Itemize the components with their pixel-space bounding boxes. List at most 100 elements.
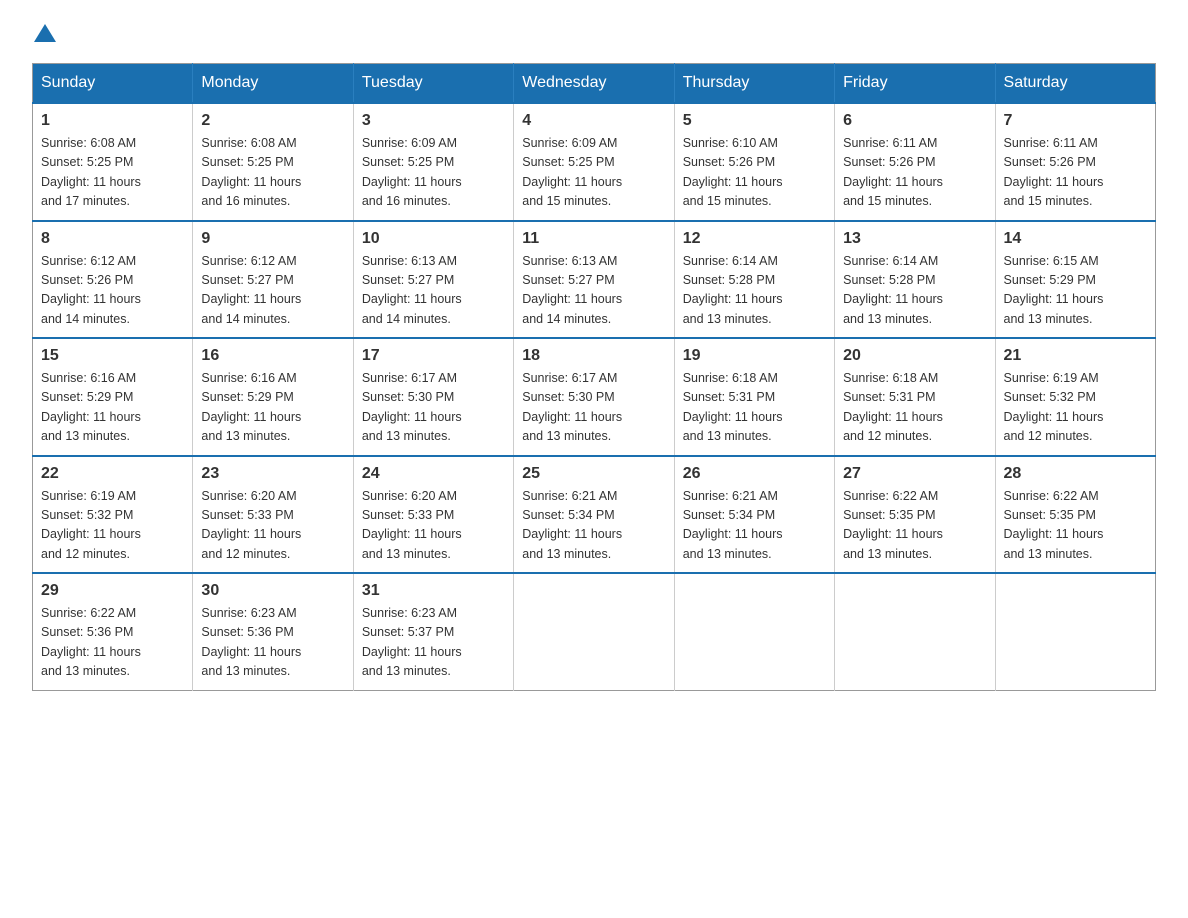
day-info: Sunrise: 6:16 AMSunset: 5:29 PMDaylight:… (201, 371, 301, 443)
day-info: Sunrise: 6:09 AMSunset: 5:25 PMDaylight:… (362, 136, 462, 208)
calendar-cell: 20 Sunrise: 6:18 AMSunset: 5:31 PMDayligh… (835, 338, 995, 456)
day-info: Sunrise: 6:12 AMSunset: 5:26 PMDaylight:… (41, 254, 141, 326)
calendar-cell: 26 Sunrise: 6:21 AMSunset: 5:34 PMDayligh… (674, 456, 834, 574)
calendar-cell: 25 Sunrise: 6:21 AMSunset: 5:34 PMDayligh… (514, 456, 674, 574)
day-info: Sunrise: 6:18 AMSunset: 5:31 PMDaylight:… (843, 371, 943, 443)
day-info: Sunrise: 6:17 AMSunset: 5:30 PMDaylight:… (362, 371, 462, 443)
day-number: 14 (1004, 230, 1147, 248)
day-info: Sunrise: 6:09 AMSunset: 5:25 PMDaylight:… (522, 136, 622, 208)
week-row-1: 1 Sunrise: 6:08 AMSunset: 5:25 PMDaylight… (33, 103, 1156, 221)
week-row-4: 22Sunrise: 6:19 AMSunset: 5:32 PMDayligh… (33, 456, 1156, 574)
calendar-cell (674, 573, 834, 690)
calendar-body: 1 Sunrise: 6:08 AMSunset: 5:25 PMDaylight… (33, 103, 1156, 690)
calendar-cell: 6Sunrise: 6:11 AMSunset: 5:26 PMDaylight… (835, 103, 995, 221)
calendar-cell: 11 Sunrise: 6:13 AMSunset: 5:27 PMDayligh… (514, 221, 674, 339)
day-number: 15 (41, 347, 184, 365)
calendar-cell (835, 573, 995, 690)
calendar-cell: 29 Sunrise: 6:22 AMSunset: 5:36 PMDayligh… (33, 573, 193, 690)
day-info: Sunrise: 6:13 AMSunset: 5:27 PMDaylight:… (522, 254, 622, 326)
day-number: 19 (683, 347, 826, 365)
week-row-5: 29 Sunrise: 6:22 AMSunset: 5:36 PMDayligh… (33, 573, 1156, 690)
header-friday: Friday (835, 64, 995, 104)
calendar-cell: 21 Sunrise: 6:19 AMSunset: 5:32 PMDayligh… (995, 338, 1155, 456)
calendar-cell: 9Sunrise: 6:12 AMSunset: 5:27 PMDaylight… (193, 221, 353, 339)
day-info: Sunrise: 6:22 AMSunset: 5:36 PMDaylight:… (41, 606, 141, 678)
day-number: 18 (522, 347, 665, 365)
day-number: 10 (362, 230, 505, 248)
day-number: 17 (362, 347, 505, 365)
logo-triangle-icon (34, 24, 56, 42)
day-number: 20 (843, 347, 986, 365)
week-row-3: 15 Sunrise: 6:16 AMSunset: 5:29 PMDayligh… (33, 338, 1156, 456)
day-info: Sunrise: 6:17 AMSunset: 5:30 PMDaylight:… (522, 371, 622, 443)
day-number: 13 (843, 230, 986, 248)
day-info: Sunrise: 6:14 AMSunset: 5:28 PMDaylight:… (843, 254, 943, 326)
day-number: 11 (522, 230, 665, 248)
calendar-cell: 30Sunrise: 6:23 AMSunset: 5:36 PMDayligh… (193, 573, 353, 690)
day-number: 8 (41, 230, 184, 248)
day-info: Sunrise: 6:14 AMSunset: 5:28 PMDaylight:… (683, 254, 783, 326)
calendar-cell: 16 Sunrise: 6:16 AMSunset: 5:29 PMDayligh… (193, 338, 353, 456)
day-number: 4 (522, 112, 665, 130)
calendar-cell: 7 Sunrise: 6:11 AMSunset: 5:26 PMDaylight… (995, 103, 1155, 221)
calendar-cell: 24 Sunrise: 6:20 AMSunset: 5:33 PMDayligh… (353, 456, 513, 574)
page-header (32, 24, 1156, 47)
day-number: 22 (41, 465, 184, 483)
header-thursday: Thursday (674, 64, 834, 104)
calendar-cell: 28 Sunrise: 6:22 AMSunset: 5:35 PMDayligh… (995, 456, 1155, 574)
day-number: 31 (362, 582, 505, 600)
header-monday: Monday (193, 64, 353, 104)
day-number: 12 (683, 230, 826, 248)
day-info: Sunrise: 6:11 AMSunset: 5:26 PMDaylight:… (843, 136, 943, 208)
calendar-cell: 27Sunrise: 6:22 AMSunset: 5:35 PMDayligh… (835, 456, 995, 574)
header-tuesday: Tuesday (353, 64, 513, 104)
calendar-table: SundayMondayTuesdayWednesdayThursdayFrid… (32, 63, 1156, 691)
calendar-cell: 17 Sunrise: 6:17 AMSunset: 5:30 PMDayligh… (353, 338, 513, 456)
day-number: 21 (1004, 347, 1147, 365)
calendar-cell: 18 Sunrise: 6:17 AMSunset: 5:30 PMDayligh… (514, 338, 674, 456)
day-info: Sunrise: 6:19 AMSunset: 5:32 PMDaylight:… (1004, 371, 1104, 443)
calendar-cell (995, 573, 1155, 690)
day-info: Sunrise: 6:18 AMSunset: 5:31 PMDaylight:… (683, 371, 783, 443)
day-number: 3 (362, 112, 505, 130)
calendar-cell: 19 Sunrise: 6:18 AMSunset: 5:31 PMDayligh… (674, 338, 834, 456)
calendar-cell (514, 573, 674, 690)
day-info: Sunrise: 6:11 AMSunset: 5:26 PMDaylight:… (1004, 136, 1104, 208)
header-sunday: Sunday (33, 64, 193, 104)
calendar-cell: 12 Sunrise: 6:14 AMSunset: 5:28 PMDayligh… (674, 221, 834, 339)
day-info: Sunrise: 6:23 AMSunset: 5:37 PMDaylight:… (362, 606, 462, 678)
day-info: Sunrise: 6:15 AMSunset: 5:29 PMDaylight:… (1004, 254, 1104, 326)
calendar-cell: 15 Sunrise: 6:16 AMSunset: 5:29 PMDayligh… (33, 338, 193, 456)
day-info: Sunrise: 6:08 AMSunset: 5:25 PMDaylight:… (41, 136, 141, 208)
day-number: 16 (201, 347, 344, 365)
logo (32, 24, 56, 47)
calendar-cell: 13 Sunrise: 6:14 AMSunset: 5:28 PMDayligh… (835, 221, 995, 339)
day-number: 2 (201, 112, 344, 130)
day-info: Sunrise: 6:16 AMSunset: 5:29 PMDaylight:… (41, 371, 141, 443)
calendar-cell: 4 Sunrise: 6:09 AMSunset: 5:25 PMDaylight… (514, 103, 674, 221)
day-number: 24 (362, 465, 505, 483)
day-number: 25 (522, 465, 665, 483)
day-info: Sunrise: 6:20 AMSunset: 5:33 PMDaylight:… (362, 489, 462, 561)
day-info: Sunrise: 6:20 AMSunset: 5:33 PMDaylight:… (201, 489, 301, 561)
calendar-header: SundayMondayTuesdayWednesdayThursdayFrid… (33, 64, 1156, 104)
header-saturday: Saturday (995, 64, 1155, 104)
day-number: 29 (41, 582, 184, 600)
day-number: 30 (201, 582, 344, 600)
header-row: SundayMondayTuesdayWednesdayThursdayFrid… (33, 64, 1156, 104)
day-number: 7 (1004, 112, 1147, 130)
week-row-2: 8 Sunrise: 6:12 AMSunset: 5:26 PMDaylight… (33, 221, 1156, 339)
day-info: Sunrise: 6:21 AMSunset: 5:34 PMDaylight:… (522, 489, 622, 561)
day-number: 28 (1004, 465, 1147, 483)
calendar-cell: 1 Sunrise: 6:08 AMSunset: 5:25 PMDaylight… (33, 103, 193, 221)
day-number: 26 (683, 465, 826, 483)
calendar-cell: 31 Sunrise: 6:23 AMSunset: 5:37 PMDayligh… (353, 573, 513, 690)
header-wednesday: Wednesday (514, 64, 674, 104)
calendar-cell: 10Sunrise: 6:13 AMSunset: 5:27 PMDayligh… (353, 221, 513, 339)
day-info: Sunrise: 6:21 AMSunset: 5:34 PMDaylight:… (683, 489, 783, 561)
calendar-cell: 3 Sunrise: 6:09 AMSunset: 5:25 PMDaylight… (353, 103, 513, 221)
day-info: Sunrise: 6:22 AMSunset: 5:35 PMDaylight:… (1004, 489, 1104, 561)
day-number: 1 (41, 112, 184, 130)
calendar-cell: 2Sunrise: 6:08 AMSunset: 5:25 PMDaylight… (193, 103, 353, 221)
calendar-cell: 8 Sunrise: 6:12 AMSunset: 5:26 PMDaylight… (33, 221, 193, 339)
